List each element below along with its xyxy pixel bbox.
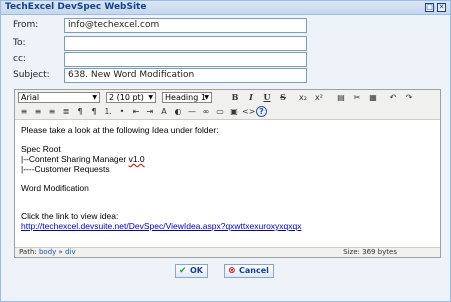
body-line-idea-title: Word Modification [21,183,89,193]
rtl-icon[interactable]: ¶ [88,106,100,117]
italic-button[interactable]: I [245,92,257,103]
path-label: Path: [19,248,37,256]
font-size-value: 2 (10 pt) [109,93,144,102]
path-body-link[interactable]: body [39,248,56,256]
window-title: TechExcel DevSpec WebSite [5,2,147,12]
align-justify-icon[interactable]: ≣ [60,106,72,117]
to-label: To: [13,38,26,48]
image-icon[interactable]: ▣ [228,106,240,117]
font-family-select[interactable]: Arial ▼ [18,92,100,103]
outdent-icon[interactable]: ⇤ [130,106,142,117]
cc-field[interactable] [64,52,307,67]
idea-link[interactable]: http://techexcel.devsuite.net/DevSpec/Vi… [21,221,302,231]
align-center-icon[interactable]: ≡ [32,106,44,117]
body-line-subfolder: |----Customer Requests [21,164,110,174]
body-line-intro: Please take a look at the following Idea… [21,125,219,135]
cc-label: cc: [13,54,26,64]
editor-toolbar: Arial ▼ 2 (10 pt) ▼ Heading 1 ▼ B I U S … [15,90,440,120]
folder-name: |--Content Sharing Manager [21,154,129,164]
cancel-icon: ⊗ [228,266,236,276]
cut-icon[interactable]: ✂ [351,92,363,103]
ltr-icon[interactable]: ¶ [74,106,86,117]
path-separator: » [58,248,63,256]
bold-button[interactable]: B [229,92,241,103]
undo-button[interactable]: ↶ [387,92,399,103]
help-icon[interactable]: ? [256,106,267,117]
link-icon[interactable]: ∞ [200,106,212,117]
from-label: From: [13,20,39,30]
align-right-icon[interactable]: ≡ [46,106,58,117]
chevron-down-icon: ▼ [92,94,97,101]
to-field[interactable] [64,36,307,51]
heading-value: Heading 1 [165,93,206,102]
ok-label: OK [190,266,203,275]
strikethrough-button[interactable]: S [277,92,289,103]
document-size: Size: 369 bytes [343,248,397,256]
restore-icon[interactable]: □ [425,3,434,12]
chevron-down-icon: ▼ [148,94,153,101]
path-div-link[interactable]: div [65,248,76,256]
table-icon[interactable]: ▭ [214,106,226,117]
folder-version: v1.0 [128,154,145,164]
heading-select[interactable]: Heading 1 ▼ [162,92,212,103]
body-line-link-intro: Click the link to view idea: [21,211,119,221]
checkmark-icon: ✔ [179,266,187,276]
font-family-value: Arial [21,93,40,102]
close-icon[interactable]: ✕ [437,3,446,12]
ordered-list-icon[interactable]: ⒈ [102,106,114,117]
text-color-icon[interactable]: A [158,106,170,117]
paste-text-icon[interactable]: ▤ [335,92,347,103]
editor-statusbar: Path: body » div Size: 369 bytes [15,247,440,257]
align-left-icon[interactable]: ≡ [18,106,30,117]
chevron-down-icon: ▼ [204,94,209,101]
cancel-button[interactable]: ⊗ Cancel [224,264,274,278]
from-field[interactable]: info@techexcel.com [64,18,307,33]
compose-email-dialog: TechExcel DevSpec WebSite □ ✕ From: info… [0,0,451,302]
underline-button[interactable]: U [261,92,273,103]
paste-word-icon[interactable]: ▦ [367,92,379,103]
element-path: Path: body » div [19,248,76,257]
subject-field[interactable]: 638. New Word Modification [64,68,307,83]
horizontal-rule-icon[interactable]: — [186,106,198,117]
indent-icon[interactable]: ⇥ [144,106,156,117]
background-color-icon[interactable]: ◐ [172,106,184,117]
cancel-label: Cancel [239,266,269,275]
subscript-button[interactable]: x₂ [297,92,309,103]
body-line-spec-root: Spec Root [21,144,61,154]
superscript-button[interactable]: x² [313,92,325,103]
rich-text-editor: Arial ▼ 2 (10 pt) ▼ Heading 1 ▼ B I U S … [14,89,441,258]
subject-label: Subject: [13,70,50,80]
title-bar[interactable]: TechExcel DevSpec WebSite □ ✕ [1,1,450,15]
redo-button[interactable]: ↷ [403,92,415,103]
source-code-icon[interactable]: <> [242,106,255,117]
unordered-list-icon[interactable]: • [116,106,128,117]
ok-button[interactable]: ✔ OK [175,264,208,278]
editor-body[interactable]: Please take a look at the following Idea… [15,121,440,247]
body-line-folder: |--Content Sharing Manager v1.0 [21,154,434,164]
font-size-select[interactable]: 2 (10 pt) ▼ [106,92,156,103]
